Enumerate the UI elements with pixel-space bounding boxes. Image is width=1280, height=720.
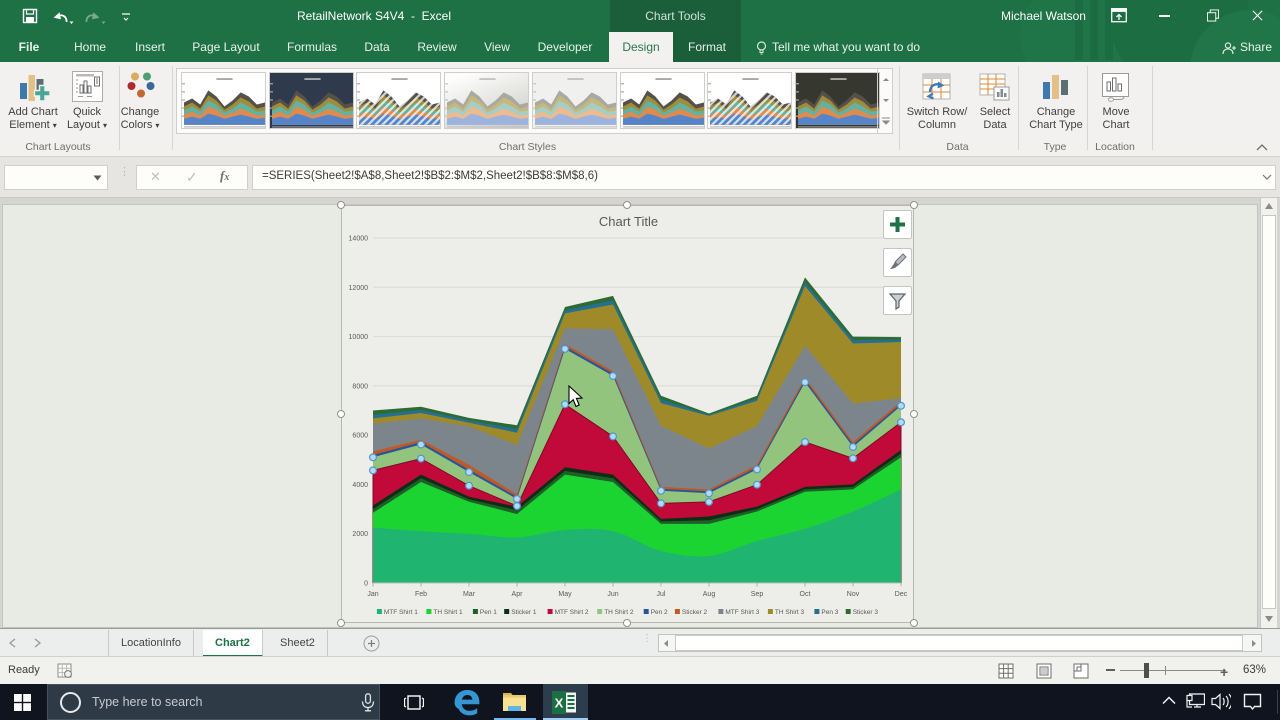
svg-text:14000: 14000	[349, 236, 369, 243]
svg-text:Mar: Mar	[463, 591, 476, 598]
svg-text:Sticker 2: Sticker 2	[682, 609, 708, 616]
svg-text:May: May	[558, 591, 572, 598]
svg-text:MTF Shirt 1: MTF Shirt 1	[384, 609, 418, 616]
svg-text:2000: 2000	[352, 531, 368, 538]
svg-text:Pen 2: Pen 2	[651, 609, 668, 616]
svg-text:MTF Shirt 2: MTF Shirt 2	[555, 609, 589, 616]
svg-text:Pen 3: Pen 3	[821, 609, 838, 616]
svg-text:Nov: Nov	[847, 591, 860, 598]
svg-text:X: X	[555, 696, 564, 711]
svg-text:Jan: Jan	[367, 591, 378, 598]
svg-text:TH Shirt 1: TH Shirt 1	[433, 609, 463, 616]
svg-text:MTF Shirt 3: MTF Shirt 3	[725, 609, 759, 616]
svg-text:Apr: Apr	[512, 591, 524, 598]
svg-text:4000: 4000	[352, 482, 368, 489]
svg-text:TH Shirt 3: TH Shirt 3	[775, 609, 805, 616]
svg-text:6000: 6000	[352, 433, 368, 440]
svg-text:10000: 10000	[349, 334, 369, 341]
svg-text:Sticker 1: Sticker 1	[511, 609, 537, 616]
svg-text:TH Shirt 2: TH Shirt 2	[604, 609, 634, 616]
svg-text:Sticker 3: Sticker 3	[853, 609, 879, 616]
svg-text:Sep: Sep	[751, 591, 764, 598]
svg-text:Jul: Jul	[657, 591, 666, 598]
svg-text:Dec: Dec	[895, 591, 908, 598]
svg-text:Oct: Oct	[800, 591, 811, 598]
svg-text:Jun: Jun	[607, 591, 618, 598]
svg-text:0: 0	[364, 581, 368, 588]
svg-text:Feb: Feb	[415, 591, 427, 598]
svg-text:8000: 8000	[352, 383, 368, 390]
svg-text:12000: 12000	[349, 285, 369, 292]
svg-text:Aug: Aug	[703, 591, 716, 598]
svg-text:Pen 1: Pen 1	[480, 609, 497, 616]
